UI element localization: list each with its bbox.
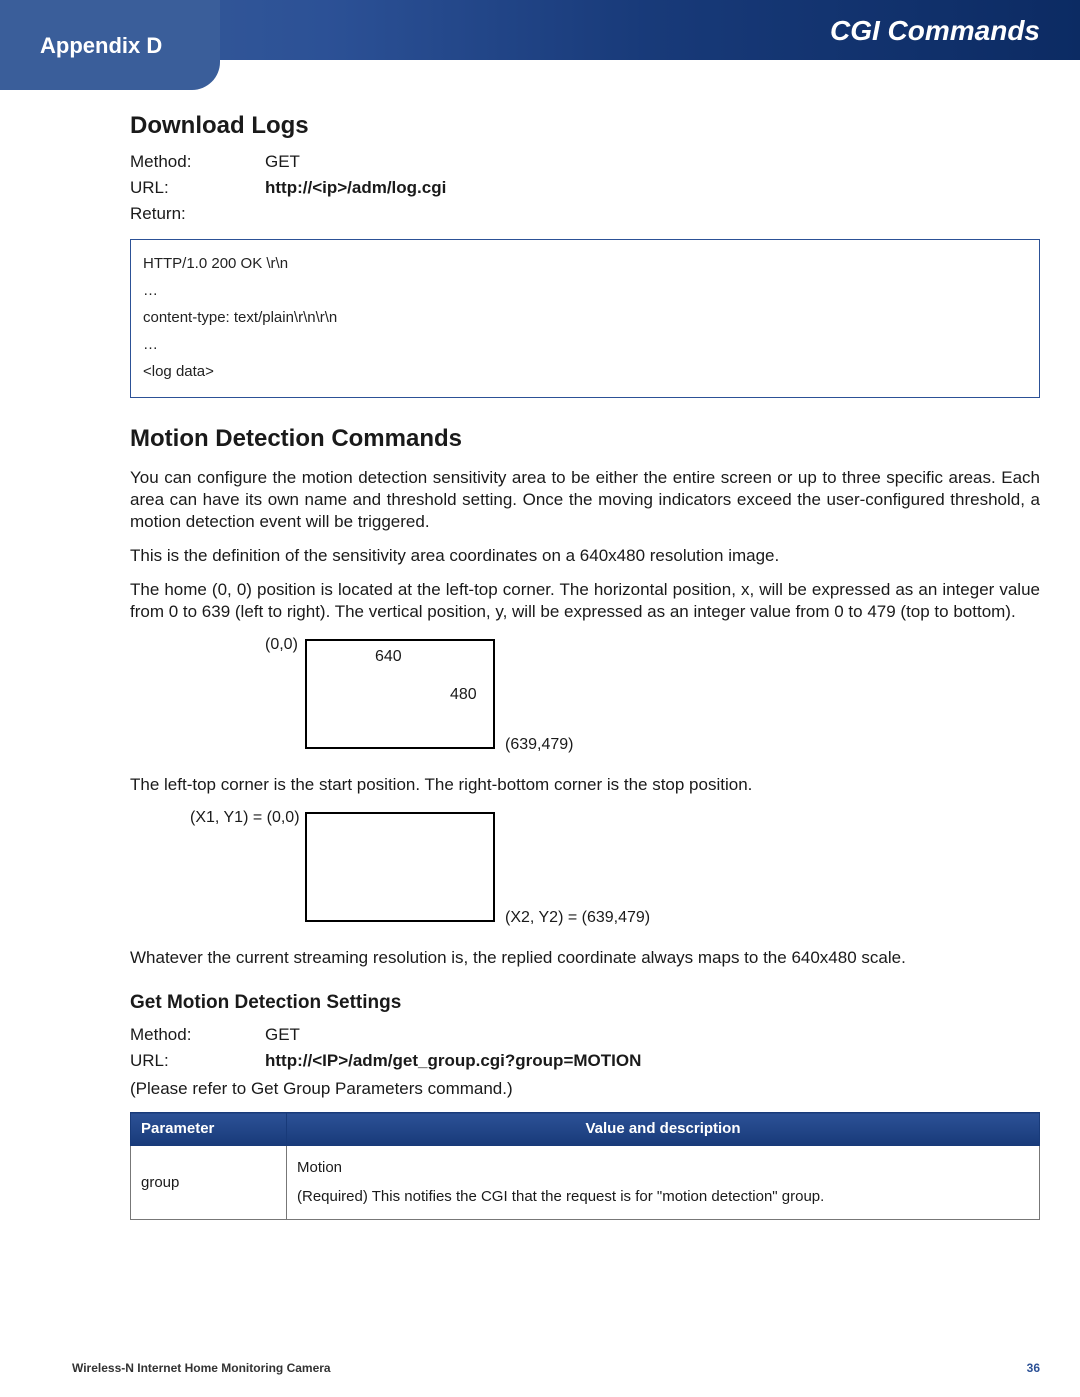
code-line: content-type: text/plain\r\n\r\n [143,304,1027,331]
diagram1-bottom-right-label: (639,479) [505,735,574,756]
row-url: URL: http://<ip>/adm/log.cgi [130,177,1040,199]
diagram2-bottom-right-label: (X2, Y2) = (639,479) [505,908,650,929]
footer: Wireless-N Internet Home Monitoring Came… [72,1361,1040,1375]
diagram1-top-left-label: (0,0) [265,635,298,656]
value-method: GET [265,151,1040,173]
code-line: … [143,277,1027,304]
label-return: Return: [130,203,265,225]
cell-value: Motion (Required) This notifies the CGI … [287,1145,1040,1219]
paragraph-motion-4: The left-top corner is the start positio… [130,774,1040,796]
code-box-return: HTTP/1.0 200 OK \r\n … content-type: tex… [130,239,1040,398]
label-url-2: URL: [130,1050,265,1072]
table-row: group Motion (Required) This notifies th… [131,1145,1040,1219]
value-url: http://<ip>/adm/log.cgi [265,177,1040,199]
label-method-2: Method: [130,1024,265,1046]
table-header-row: Parameter Value and description [131,1113,1040,1146]
table-header-value: Value and description [287,1113,1040,1146]
diagram2-box [305,812,495,922]
cell-value-line1: Motion [297,1158,1029,1178]
paragraph-motion-1: You can configure the motion detection s… [130,467,1040,533]
note-get-group: (Please refer to Get Group Parameters co… [130,1078,1040,1100]
diagram1-height-label: 480 [450,685,477,706]
diagram1-width-label: 640 [375,647,402,668]
value-url-2: http://<IP>/adm/get_group.cgi?group=MOTI… [265,1050,1040,1072]
row-url-2: URL: http://<IP>/adm/get_group.cgi?group… [130,1050,1040,1072]
row-method: Method: GET [130,151,1040,173]
page: CGI Commands Appendix D Download Logs Me… [0,0,1080,1397]
paragraph-motion-3: The home (0, 0) position is located at t… [130,579,1040,623]
code-line: <log data> [143,358,1027,385]
value-method-2: GET [265,1024,1040,1046]
coordinate-diagram-1: (0,0) 640 480 (639,479) [130,635,1040,770]
row-method-2: Method: GET [130,1024,1040,1046]
diagram2-top-left-label: (X1, Y1) = (0,0) [190,808,300,829]
content-area: Download Logs Method: GET URL: http://<i… [0,60,1080,1220]
code-line: … [143,331,1027,358]
code-line: HTTP/1.0 200 OK \r\n [143,250,1027,277]
paragraph-motion-2: This is the definition of the sensitivit… [130,545,1040,567]
heading-get-motion-settings: Get Motion Detection Settings [130,991,1040,1016]
label-url: URL: [130,177,265,199]
table-header-parameter: Parameter [131,1113,287,1146]
appendix-label: Appendix D [40,33,162,59]
header-title: CGI Commands [830,15,1040,47]
label-method: Method: [130,151,265,173]
row-return: Return: [130,203,1040,225]
heading-download-logs: Download Logs [130,110,1040,141]
cell-param: group [131,1145,287,1219]
footer-product: Wireless-N Internet Home Monitoring Came… [72,1361,331,1375]
value-return [265,203,1040,225]
footer-page-number: 36 [1027,1361,1040,1375]
paragraph-motion-5: Whatever the current streaming resolutio… [130,947,1040,969]
coordinate-diagram-2: (X1, Y1) = (0,0) (X2, Y2) = (639,479) [130,808,1040,943]
appendix-tab: Appendix D [0,0,220,90]
parameter-table: Parameter Value and description group Mo… [130,1112,1040,1220]
cell-value-line2: (Required) This notifies the CGI that th… [297,1187,1029,1207]
heading-motion-detection: Motion Detection Commands [130,423,1040,454]
